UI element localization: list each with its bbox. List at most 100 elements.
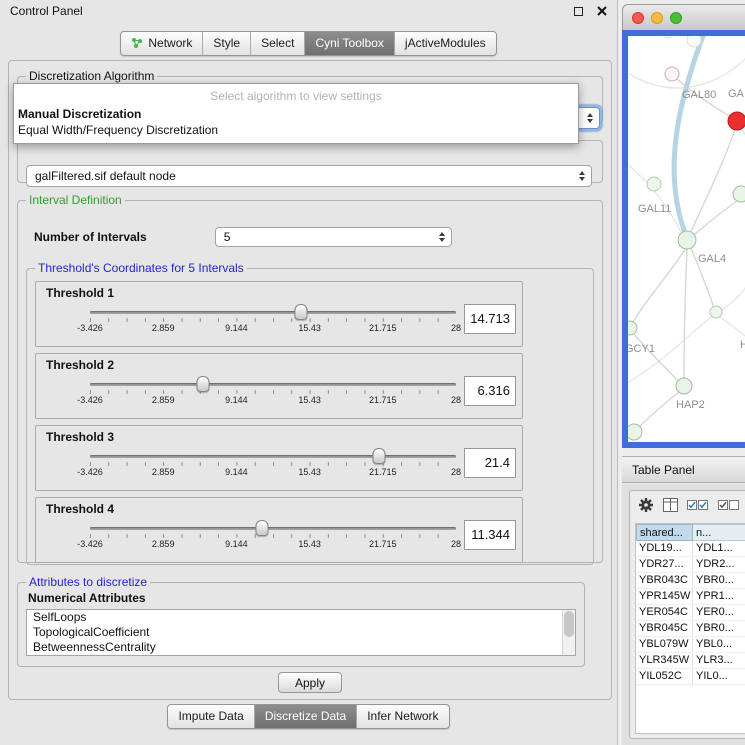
threshold-value-field[interactable]: 21.4 — [464, 448, 516, 478]
table-row[interactable]: YBR043CYBR0... — [636, 573, 745, 589]
table-row[interactable]: YPR145WYPR1... — [636, 589, 745, 605]
zoom-traffic-light-icon[interactable] — [670, 12, 682, 24]
attribute-list-item[interactable]: BetweennessCentrality — [27, 640, 575, 655]
network-node[interactable] — [733, 186, 745, 202]
minimize-traffic-light-icon[interactable] — [651, 12, 663, 24]
table-cell: YBL079W — [636, 637, 693, 652]
network-node[interactable] — [647, 177, 661, 191]
number-of-intervals-row: Number of Intervals 5 — [34, 227, 452, 247]
tab-infer-network[interactable]: Infer Network — [356, 705, 448, 728]
table-row[interactable]: YDR27...YDR2... — [636, 557, 745, 573]
slider-tick-labels: -3.4262.8599.14415.4321.71528 — [90, 467, 456, 479]
tab-label: Style — [213, 36, 240, 50]
cyni-toolbox-panel: Discretization Algorithm Select algorith… — [8, 60, 612, 700]
threshold-slider[interactable]: -3.4262.8599.14415.4321.71528 — [90, 374, 456, 412]
selected-network-node[interactable] — [728, 112, 745, 130]
threshold-value-field[interactable]: 14.713 — [464, 304, 516, 334]
table-cell: YBR0... — [693, 621, 745, 636]
tab-jactivemodules[interactable]: jActiveModules — [394, 32, 496, 55]
slider-thumb[interactable] — [197, 376, 210, 392]
table-cell: YBR045C — [636, 621, 693, 636]
tab-cyni-toolbox[interactable]: Cyni Toolbox — [304, 32, 393, 55]
network-node[interactable] — [676, 378, 692, 394]
gear-icon[interactable] — [638, 497, 654, 513]
list-scrollbar[interactable] — [562, 610, 575, 655]
slider-tick-label: 2.859 — [152, 539, 175, 549]
slider-track[interactable] — [90, 383, 456, 386]
slider-track[interactable] — [90, 527, 456, 530]
slider-thumb[interactable] — [295, 304, 308, 320]
network-graph: GAL80 GA GAL11 GAL4 GCY1 H HAP2 — [628, 36, 745, 442]
threshold-value-field[interactable]: 6.316 — [464, 376, 516, 406]
network-view-frame: GAL80 GA GAL11 GAL4 GCY1 H HAP2 — [622, 30, 745, 448]
tab-network[interactable]: Network — [121, 32, 202, 55]
threshold-label: Threshold 3 — [46, 430, 522, 444]
threshold-value-field[interactable]: 11.344 — [464, 520, 516, 550]
column-header-name[interactable]: n... — [693, 524, 745, 541]
scrollbar-thumb[interactable] — [564, 611, 574, 637]
table-cell: YPR1... — [693, 589, 745, 604]
dropdown-option-manual-discretization[interactable]: Manual Discretization — [14, 106, 578, 122]
close-traffic-light-icon[interactable] — [632, 12, 644, 24]
table-cell: YDR2... — [693, 557, 745, 572]
table-data-select[interactable]: galFiltered.sif default node — [26, 165, 592, 187]
node-label-hap2: HAP2 — [676, 399, 705, 411]
network-node[interactable] — [628, 321, 637, 335]
slider-track[interactable] — [90, 311, 456, 314]
group-title: Interval Definition — [26, 193, 125, 207]
table-row[interactable]: YDL19...YDL1... — [636, 541, 745, 557]
apply-button[interactable]: Apply — [278, 672, 342, 693]
select-all-checkboxes-icon[interactable] — [687, 499, 709, 511]
slider-tick-label: 21.715 — [369, 539, 397, 549]
attribute-list-item[interactable]: SelfLoops — [27, 610, 575, 625]
node-attribute-table[interactable]: shared... n... YDL19...YDL1...YDR27...YD… — [635, 523, 745, 734]
table-row[interactable]: YIL052CYIL0... — [636, 669, 745, 685]
column-header-shared-name[interactable]: shared... — [636, 524, 693, 541]
threshold-slider[interactable]: -3.4262.8599.14415.4321.71528 — [90, 446, 456, 484]
table-cell: YLR3... — [693, 653, 745, 668]
threshold-slider[interactable]: -3.4262.8599.14415.4321.71528 — [90, 518, 456, 556]
slider-ticks — [90, 318, 456, 322]
network-node[interactable] — [678, 231, 696, 249]
network-window-titlebar[interactable] — [622, 4, 745, 30]
slider-thumb[interactable] — [256, 520, 269, 536]
close-icon[interactable] — [597, 6, 607, 16]
table-row[interactable]: YBL079WYBL0... — [636, 637, 745, 653]
table-cell: YER0... — [693, 605, 745, 620]
table-row[interactable]: YBR045CYBR0... — [636, 621, 745, 637]
node-label-gal4: GAL4 — [698, 253, 726, 265]
slider-ticks — [90, 462, 456, 466]
column-chooser-icon[interactable] — [663, 498, 678, 512]
combo-stepper-icon — [587, 113, 593, 123]
slider-tick-label: 28 — [451, 467, 461, 477]
network-node[interactable] — [662, 36, 674, 38]
numerical-attributes-list[interactable]: SelfLoopsTopologicalCoefficientBetweenne… — [26, 609, 576, 656]
network-node[interactable] — [710, 306, 722, 318]
table-cell: YLR345W — [636, 653, 693, 668]
number-of-intervals-select[interactable]: 5 — [215, 227, 452, 247]
network-node[interactable] — [665, 67, 679, 81]
tab-impute-data[interactable]: Impute Data — [168, 705, 253, 728]
slider-track[interactable] — [90, 455, 456, 458]
table-row[interactable]: YLR345WYLR3... — [636, 653, 745, 669]
tab-label: Discretize Data — [265, 709, 346, 723]
network-node[interactable] — [687, 36, 701, 47]
tab-select[interactable]: Select — [250, 32, 304, 55]
tab-discretize-data[interactable]: Discretize Data — [254, 705, 356, 728]
network-node[interactable] — [628, 424, 642, 440]
table-row[interactable]: YER054CYER0... — [636, 605, 745, 621]
slider-tick-label: 2.859 — [152, 323, 175, 333]
dropdown-option-equal-width-frequency[interactable]: Equal Width/Frequency Discretization — [14, 122, 578, 138]
group-title: Discretization Algorithm — [26, 69, 157, 83]
slider-thumb[interactable] — [373, 448, 386, 464]
tab-style[interactable]: Style — [202, 32, 250, 55]
network-canvas[interactable]: GAL80 GA GAL11 GAL4 GCY1 H HAP2 — [628, 36, 745, 442]
unselect-checkboxes-icon[interactable] — [718, 499, 740, 511]
combo-stepper-icon — [439, 232, 445, 242]
threshold-panel: Threshold 4 -3.4262.8599.14415.4321.7152… — [35, 497, 523, 563]
panel-title: Control Panel — [10, 4, 574, 18]
threshold-label: Threshold 1 — [46, 286, 522, 300]
float-window-icon[interactable] — [574, 7, 583, 16]
attribute-list-item[interactable]: TopologicalCoefficient — [27, 625, 575, 640]
threshold-slider[interactable]: -3.4262.8599.14415.4321.71528 — [90, 302, 456, 340]
